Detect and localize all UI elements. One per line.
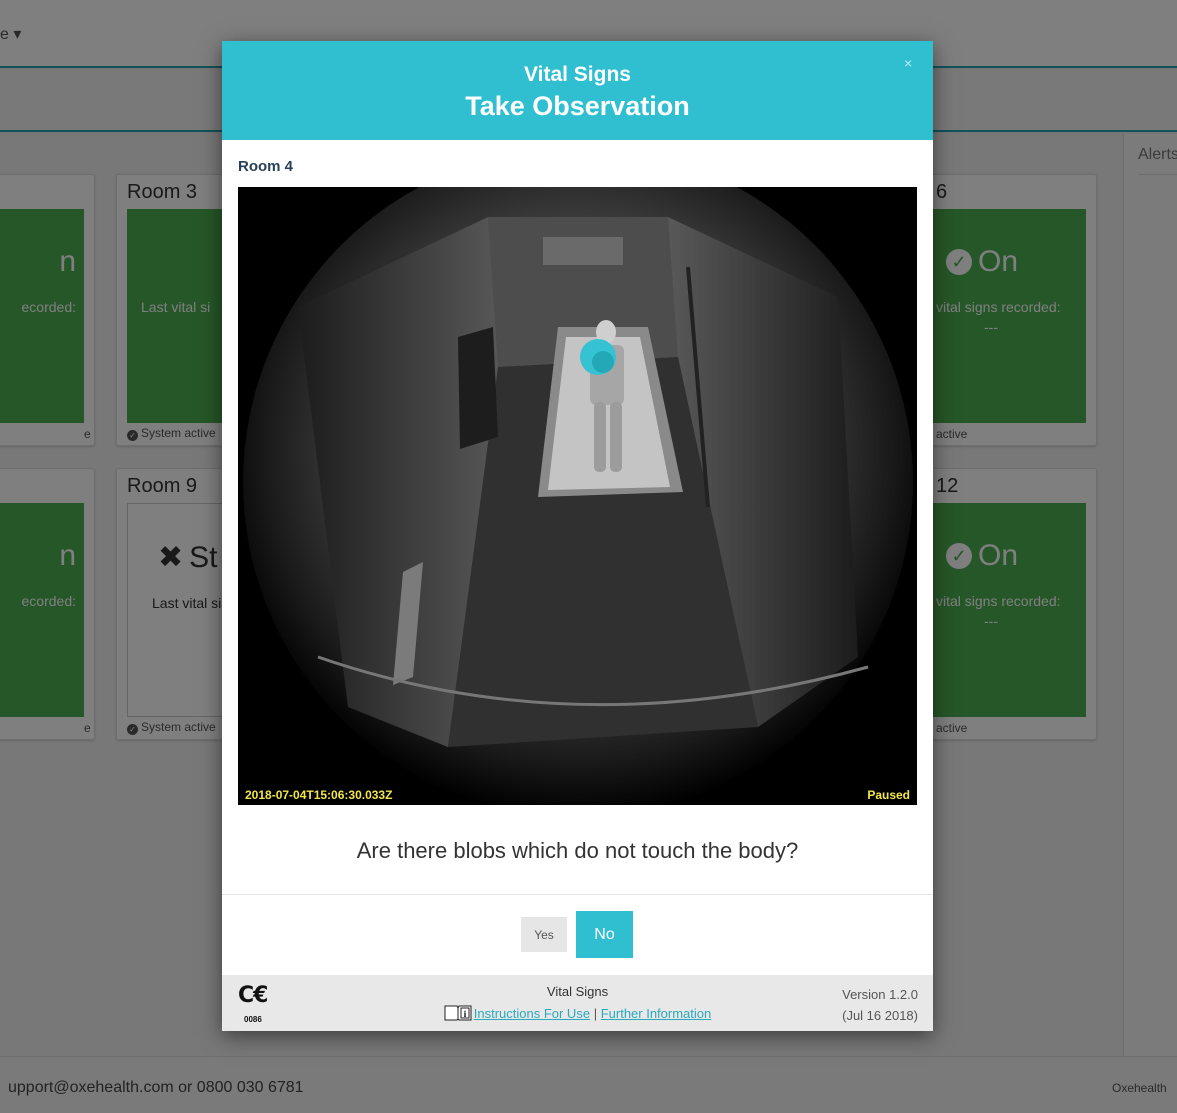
version-date: (Jul 16 2018) [842, 1008, 918, 1023]
link-separator: | [593, 1006, 598, 1021]
close-button[interactable]: × [904, 55, 912, 71]
modal-header: Vital Signs Take Observation × [222, 41, 933, 140]
video-state: Paused [867, 788, 910, 802]
camera-view[interactable]: 2018-07-04T15:06:30.033Z Paused [238, 187, 917, 805]
footer-app-name: Vital Signs [546, 984, 609, 999]
modal-title: Take Observation [465, 91, 690, 121]
no-button[interactable]: No [576, 911, 633, 958]
footer-links-block: Vital Signs i Instructions For Use | Fur… [222, 984, 933, 1021]
modal-divider [222, 894, 933, 895]
version-info: Version 1.2.0 (Jul 16 2018) [842, 984, 918, 1026]
footer-links: i Instructions For Use | Further Informa… [222, 1004, 933, 1021]
version-number: Version 1.2.0 [842, 987, 918, 1002]
modal-footer: C€ 0086 Vital Signs i Instructions For U… [222, 975, 933, 1031]
instructions-for-use-link[interactable]: Instructions For Use [474, 1006, 590, 1021]
camera-image [238, 187, 917, 805]
instructions-book-icon: i [444, 1005, 472, 1021]
take-observation-modal: Vital Signs Take Observation × Room 4 20… [222, 41, 933, 1031]
yes-button[interactable]: Yes [521, 917, 567, 952]
room-label: Room 4 [238, 158, 294, 175]
video-timestamp: 2018-07-04T15:06:30.033Z [245, 788, 393, 802]
observation-question: Are there blobs which do not touch the b… [356, 838, 799, 863]
further-information-link[interactable]: Further Information [601, 1006, 712, 1021]
modal-app-name: Vital Signs [524, 63, 631, 86]
